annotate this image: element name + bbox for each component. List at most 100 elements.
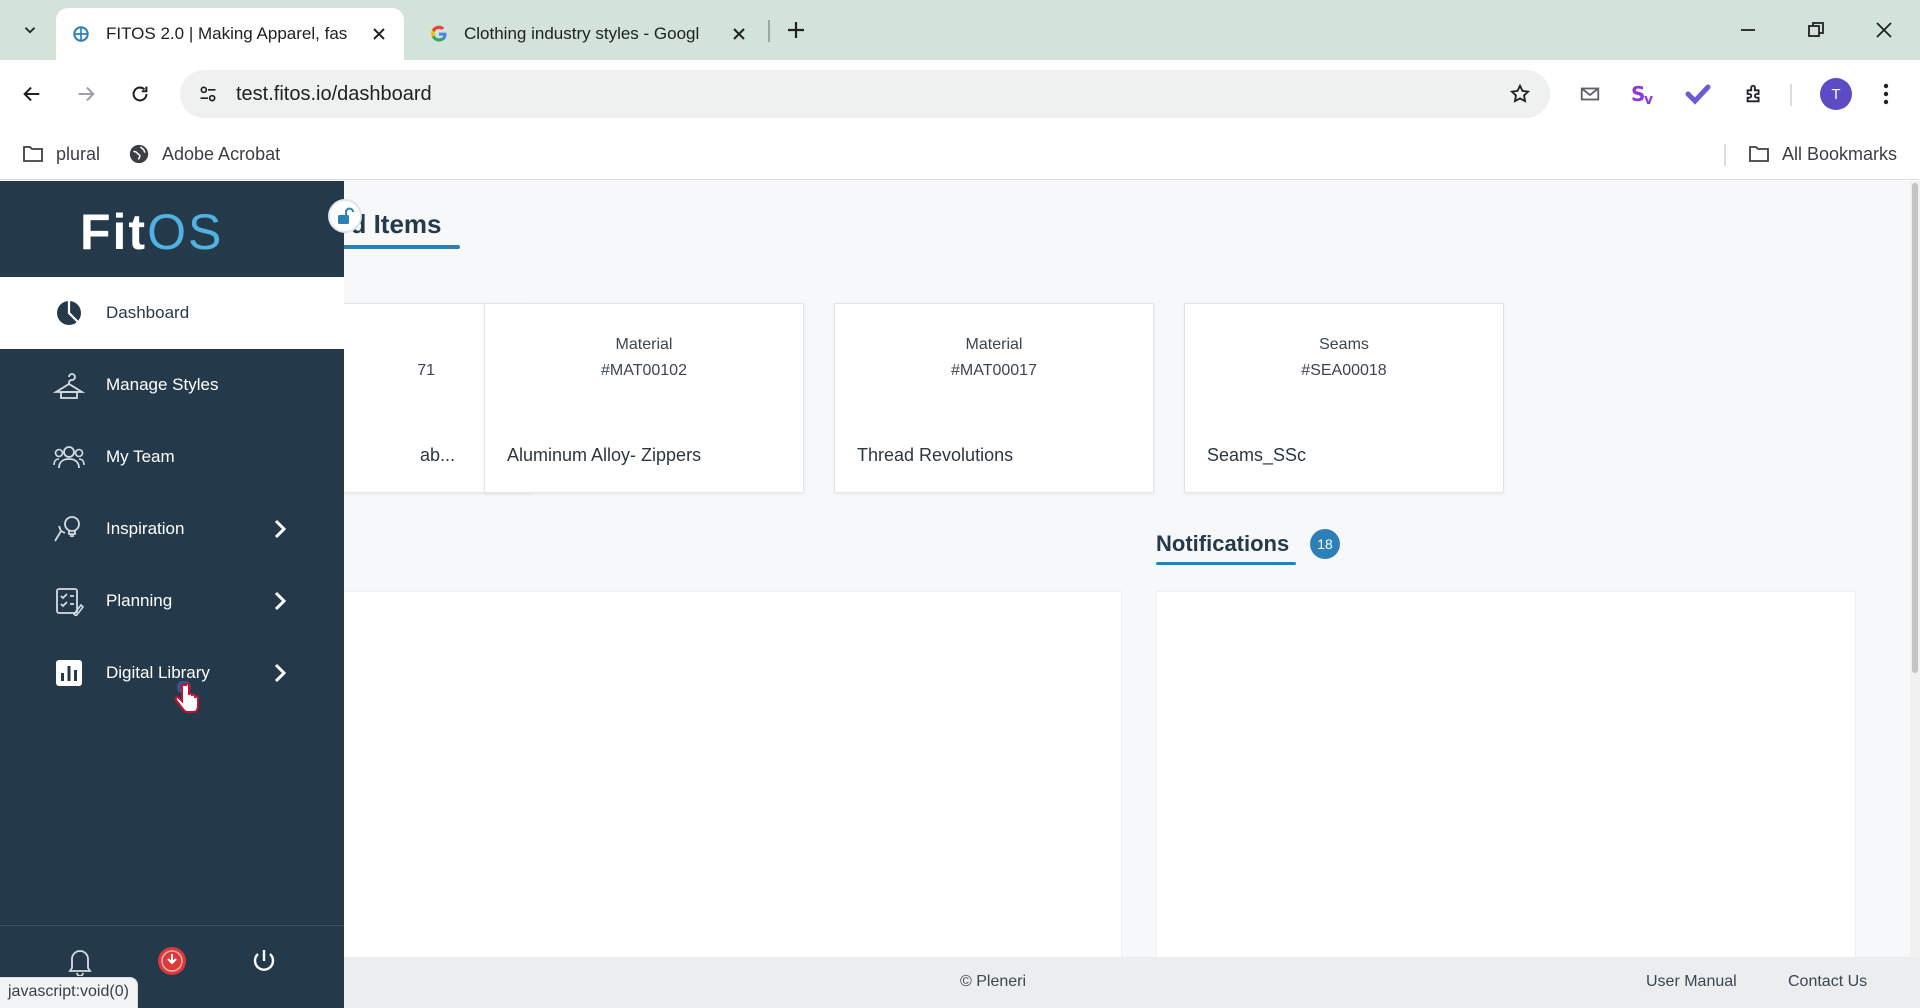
svg-text:v: v	[1644, 92, 1653, 107]
profile-avatar[interactable]: T	[1820, 78, 1852, 110]
tab-search-button[interactable]	[14, 14, 46, 46]
chevron-right-icon[interactable]	[268, 589, 292, 613]
browser-status-bar: javascript:void(0)	[0, 977, 138, 1008]
notifications-count-badge: 18	[1310, 529, 1340, 559]
close-icon[interactable]	[728, 23, 750, 45]
all-bookmarks-button[interactable]: All Bookmarks	[1746, 140, 1897, 168]
contact-us-link[interactable]: Contact Us	[1788, 973, 1867, 991]
user-manual-link[interactable]: User Manual	[1646, 973, 1737, 991]
card-type: Material	[965, 336, 1023, 353]
fitos-logo[interactable]: FitOS	[80, 203, 223, 261]
card-code: #MAT00017	[951, 362, 1037, 379]
card-type: Material	[615, 336, 673, 353]
sidebar-lock-toggle[interactable]	[328, 199, 362, 233]
all-bookmarks-label: All Bookmarks	[1782, 143, 1898, 164]
recent-item-card[interactable]: Material #MAT00017 Thread Revolutions	[834, 303, 1154, 493]
card-name: Thread Revolutions	[857, 445, 1014, 465]
reload-icon	[132, 86, 148, 102]
sv-extension-button[interactable]: Sv	[1624, 74, 1664, 114]
close-window-button[interactable]	[1862, 10, 1906, 50]
bookmark-plural[interactable]: plural	[20, 140, 100, 168]
idea-icon	[52, 512, 86, 546]
minimize-icon	[1741, 29, 1755, 31]
sidebar-item-inspiration[interactable]: Inspiration	[0, 493, 344, 565]
check-extension-button[interactable]	[1678, 74, 1718, 114]
forward-button[interactable]	[66, 74, 106, 114]
activity-panel	[344, 591, 1122, 1008]
copyright-text: © Pleneri	[960, 973, 1027, 990]
logo-os: OS	[147, 204, 224, 260]
notifications-underline	[1156, 562, 1296, 565]
minimize-button[interactable]	[1726, 10, 1770, 50]
user-avatar-button[interactable]	[154, 943, 190, 979]
sidebar-item-my-team[interactable]: My Team	[0, 421, 344, 493]
recent-item-card[interactable]: Seams #SEA00018 Seams_SSc	[1184, 303, 1504, 493]
sidebar: FitOS Dashboard Manage Styles My Team In…	[0, 181, 344, 1008]
chevron-right-icon[interactable]	[268, 661, 292, 685]
card-code: #MAT00102	[601, 362, 687, 379]
browser-toolbar: test.fitos.io/dashboard Sv T	[0, 60, 1920, 128]
fitos-app: ed Items 71 ab... Material #MAT00102 Alu…	[0, 181, 1920, 1008]
notifications-bell-button[interactable]	[62, 943, 98, 979]
browser-menu-button[interactable]	[1866, 74, 1906, 114]
reload-button[interactable]	[120, 74, 160, 114]
chevron-right-icon[interactable]	[268, 517, 292, 541]
mail-icon	[1580, 87, 1600, 101]
bookmark-label: Adobe Acrobat	[162, 143, 281, 164]
sidebar-item-dashboard[interactable]: Dashboard	[0, 277, 344, 349]
restore-icon	[1808, 22, 1824, 37]
bookmarks-bar: plural Adobe Acrobat All Bookmarks	[0, 128, 1920, 180]
restore-button[interactable]	[1794, 10, 1838, 50]
bar-chart-icon	[52, 656, 86, 690]
card-name: Seams_SSc	[1207, 445, 1307, 465]
logout-button[interactable]	[246, 943, 282, 979]
google-favicon-icon	[428, 23, 450, 45]
folder-icon	[1746, 141, 1772, 167]
tab-google-search[interactable]: Clothing industry styles - Googl	[414, 8, 764, 60]
address-bar[interactable]: test.fitos.io/dashboard	[180, 70, 1550, 118]
sidebar-item-label: Dashboard	[106, 303, 190, 322]
arrow-right-icon	[78, 86, 95, 102]
new-tab-button[interactable]	[780, 14, 812, 46]
team-icon	[52, 440, 86, 474]
mail-extension-button[interactable]	[1570, 74, 1610, 114]
sidebar-item-manage-styles[interactable]: Manage Styles	[0, 349, 344, 421]
puzzle-icon	[1746, 84, 1760, 103]
close-icon	[1876, 22, 1892, 38]
extensions-button[interactable]	[1734, 74, 1774, 114]
url-text[interactable]: test.fitos.io/dashboard	[236, 83, 432, 106]
dashboard-main: ed Items 71 ab... Material #MAT00102 Alu…	[344, 181, 1920, 1008]
card-name: Aluminum Alloy- Zippers	[507, 445, 702, 465]
site-info-icon[interactable]	[192, 78, 224, 110]
arrow-left-icon	[23, 86, 40, 102]
power-icon	[253, 950, 275, 971]
recent-item-card[interactable]: Material #MAT00102 Aluminum Alloy- Zippe…	[484, 303, 804, 493]
unlock-icon	[338, 207, 354, 224]
bookmark-adobe-acrobat[interactable]: Adobe Acrobat	[126, 140, 280, 168]
hanger-icon	[52, 368, 86, 402]
notifications-title: Notifications	[1156, 531, 1290, 556]
plus-icon	[788, 22, 804, 38]
fitos-favicon-icon	[70, 23, 92, 45]
bookmarks-separator	[1724, 144, 1726, 166]
checklist-icon	[52, 584, 86, 618]
scrollbar-thumb[interactable]	[1912, 183, 1918, 673]
card-name: ab...	[419, 445, 455, 465]
bookmark-star-icon[interactable]	[1504, 78, 1536, 110]
bell-icon	[68, 950, 92, 976]
folder-icon	[20, 141, 46, 167]
tab-fitos[interactable]: FITOS 2.0 | Making Apparel, fas	[56, 8, 404, 60]
sidebar-item-planning[interactable]: Planning	[0, 565, 344, 637]
pie-chart-icon	[52, 296, 86, 330]
toolbar-separator	[1790, 84, 1792, 106]
notifications-panel	[1156, 591, 1856, 1008]
bookmark-label: plural	[56, 143, 101, 164]
tab-title: Clothing industry styles - Googl	[464, 24, 700, 43]
sidebar-item-label: Digital Library	[106, 663, 210, 682]
card-type: Seams	[1319, 336, 1369, 353]
tab-separator	[768, 20, 770, 42]
close-icon[interactable]	[368, 23, 390, 45]
checkmark-icon	[1685, 84, 1711, 105]
chevron-down-icon	[24, 27, 36, 34]
back-button[interactable]	[12, 74, 52, 114]
